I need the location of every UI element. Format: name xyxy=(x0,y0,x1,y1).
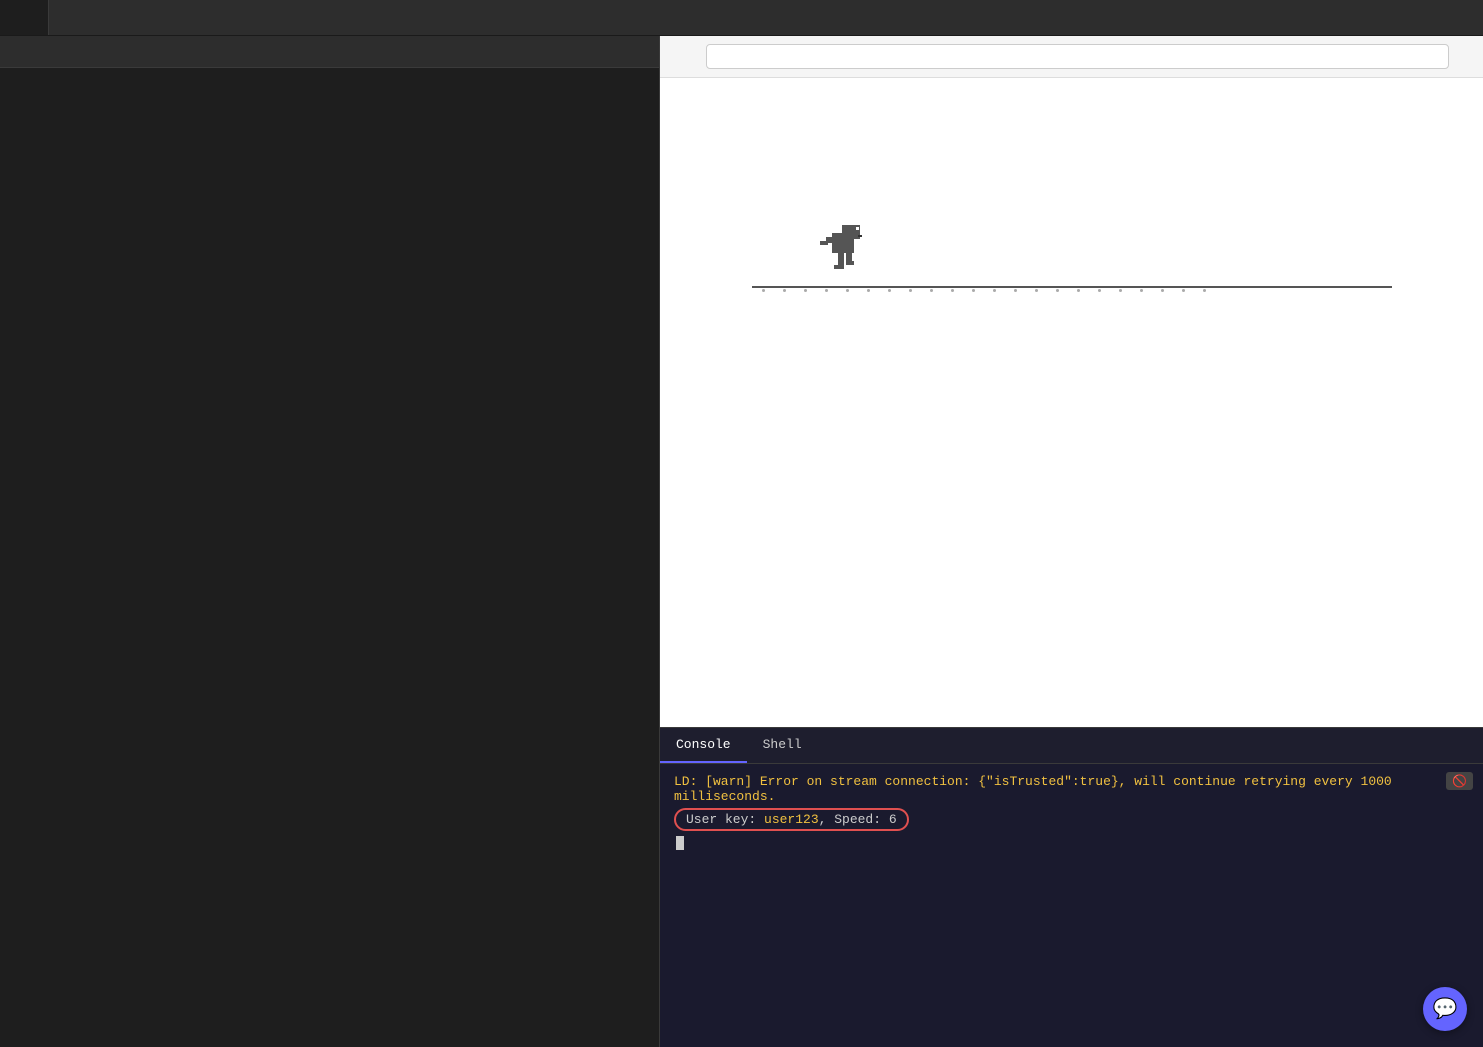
console-user-key: user123 xyxy=(764,812,819,827)
console-cursor-line xyxy=(674,835,1469,850)
console-panel: Console Shell 🚫 LD: [warn] Error on stre… xyxy=(660,727,1483,1047)
main-area: Console Shell 🚫 LD: [warn] Error on stre… xyxy=(0,36,1483,1047)
console-tabs: Console Shell xyxy=(660,728,1483,764)
tab-app-js[interactable] xyxy=(0,0,49,35)
console-warn-message: LD: [warn] Error on stream connection: {… xyxy=(674,774,1469,804)
dino-ground xyxy=(752,228,1392,288)
browser-bar xyxy=(660,36,1483,78)
console-cursor xyxy=(676,836,684,850)
console-highlight-text: User key: user123, Speed: 6 xyxy=(674,808,909,831)
console-clear-button[interactable]: 🚫 xyxy=(1446,772,1473,790)
tab-shell[interactable]: Shell xyxy=(747,728,818,763)
console-body[interactable]: 🚫 LD: [warn] Error on stream connection:… xyxy=(660,764,1483,1047)
dino-svg xyxy=(812,223,862,277)
game-canvas xyxy=(752,228,1392,288)
url-bar[interactable] xyxy=(706,44,1449,69)
editor-toolbar xyxy=(0,36,659,68)
code-content[interactable] xyxy=(0,68,659,1047)
ground-dots xyxy=(752,289,1392,292)
preview-area xyxy=(660,78,1483,727)
tab-bar xyxy=(0,0,1483,36)
console-info-message: User key: user123, Speed: 6 xyxy=(674,808,1469,831)
dino-character xyxy=(812,223,862,286)
right-panel: Console Shell 🚫 LD: [warn] Error on stre… xyxy=(660,36,1483,1047)
chat-button[interactable]: 💬 xyxy=(1423,987,1467,1031)
code-editor xyxy=(0,36,660,1047)
tab-close-button[interactable] xyxy=(20,10,36,26)
tab-console[interactable]: Console xyxy=(660,728,747,763)
